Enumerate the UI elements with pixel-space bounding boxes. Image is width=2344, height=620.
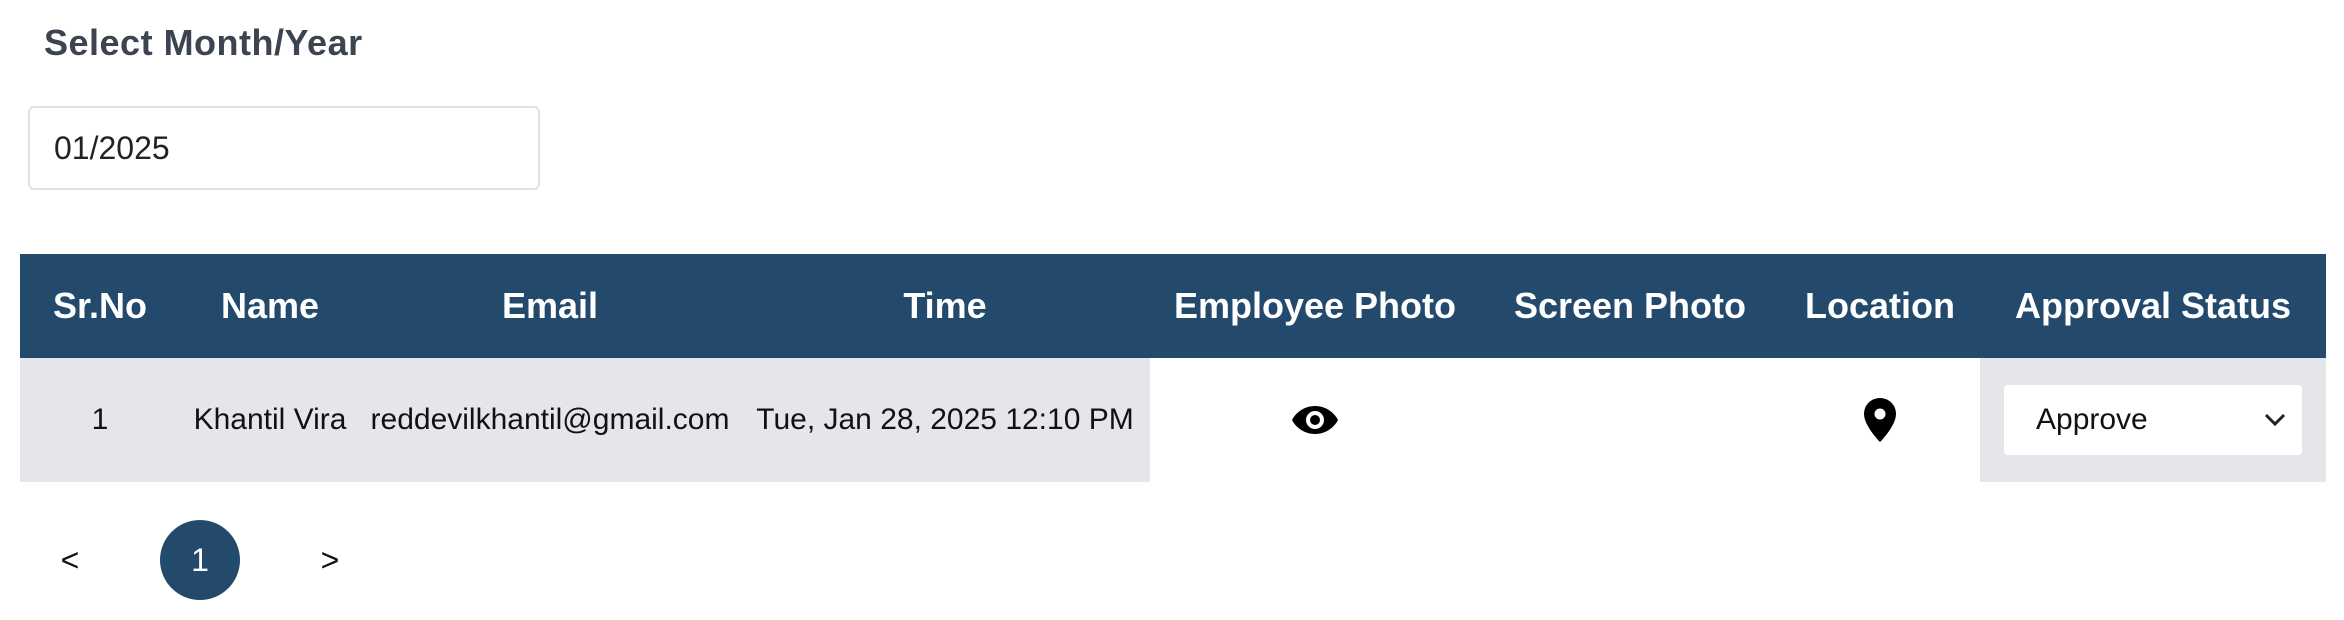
month-year-input[interactable] (28, 106, 540, 190)
cell-time: Tue, Jan 28, 2025 12:10 PM (756, 403, 1134, 436)
approval-status-select[interactable]: Approve (2004, 385, 2302, 455)
cell-approval-status: Approve (1980, 358, 2326, 482)
cell-employee-photo (1150, 358, 1480, 482)
header-approval-status: Approval Status (2014, 285, 2292, 326)
header-screen-photo: Screen Photo (1513, 285, 1747, 326)
map-pin-icon[interactable] (1850, 390, 1910, 450)
attendance-table: Sr.No Name Email Time Employee Photo Scr… (20, 254, 2326, 482)
cell-location (1780, 358, 1980, 482)
cell-email: reddevilkhantil@gmail.com (370, 403, 730, 436)
pagination-prev-button[interactable]: < (40, 542, 100, 579)
pagination: < 1 > (40, 520, 360, 600)
header-location: Location (1805, 285, 1955, 326)
pagination-page-button[interactable]: 1 (160, 520, 240, 600)
attendance-table-container: Sr.No Name Email Time Employee Photo Scr… (20, 254, 2326, 482)
header-sr-no: Sr.No (52, 285, 148, 326)
header-employee-photo: Employee Photo (1173, 285, 1457, 326)
header-email: Email (501, 285, 599, 326)
table-row: 1 Khantil Vira reddevilkhantil@gmail.com… (20, 358, 2326, 482)
approval-status-value: Approve (2036, 403, 2148, 436)
table-header-row: Sr.No Name Email Time Employee Photo Scr… (20, 254, 2326, 358)
eye-icon[interactable] (1285, 390, 1345, 450)
month-year-label: Select Month/Year (44, 22, 363, 63)
pagination-next-button[interactable]: > (300, 542, 360, 579)
cell-name: Khantil Vira (193, 403, 347, 436)
chevron-down-icon (2264, 413, 2286, 427)
header-time: Time (903, 285, 987, 326)
header-name: Name (220, 285, 320, 326)
cell-sr-no: 1 (91, 403, 109, 436)
cell-screen-photo: --- (1480, 358, 1780, 482)
screen-photo-placeholder: --- (1604, 397, 1656, 442)
attendance-page: Select Month/Year Sr.No Name Email Time … (0, 0, 2344, 620)
